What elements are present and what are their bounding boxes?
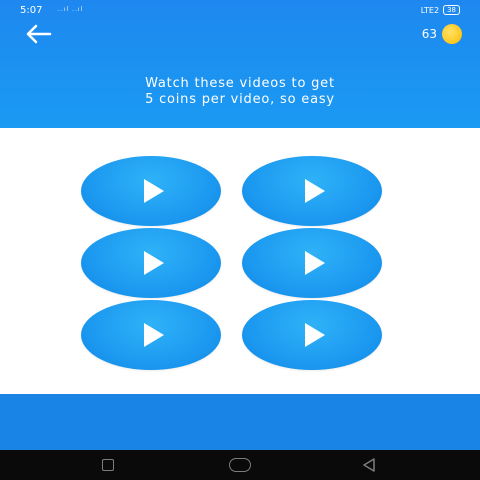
- system-nav-bar: [0, 450, 480, 480]
- coin-balance: 63: [422, 24, 462, 44]
- footer-bar: [0, 394, 480, 450]
- back-triangle-icon[interactable]: [362, 458, 376, 472]
- video-button-5[interactable]: [81, 300, 221, 370]
- signal-indicator: ..ıl ..ıl: [58, 6, 84, 13]
- status-bar: 5:07 ..ıl ..ıl LTE2 38: [0, 0, 480, 22]
- play-icon: [305, 323, 325, 347]
- reward-message-line1: Watch these videos to get: [145, 76, 335, 91]
- reward-message: Watch these videos to get 5 coins per vi…: [0, 76, 480, 108]
- reward-message-line2: 5 coins per video, so easy: [145, 92, 335, 107]
- status-icons: LTE2 38: [421, 5, 460, 15]
- play-icon: [144, 179, 164, 203]
- play-icon: [144, 323, 164, 347]
- network-label: LTE2: [420, 5, 440, 15]
- video-grid: [0, 128, 480, 394]
- video-button-1[interactable]: [81, 156, 221, 226]
- coin-icon: [442, 24, 462, 44]
- video-button-4[interactable]: [242, 228, 382, 298]
- header: 5:07 ..ıl ..ıl LTE2 38 63 Watch these vi…: [0, 0, 480, 128]
- video-button-2[interactable]: [242, 156, 382, 226]
- video-button-3[interactable]: [81, 228, 221, 298]
- home-circle-icon[interactable]: [229, 458, 251, 472]
- coin-count: 63: [421, 27, 437, 41]
- arrow-left-icon: [26, 24, 52, 44]
- status-time: 5:07: [20, 5, 43, 16]
- play-icon: [305, 251, 325, 275]
- video-button-6[interactable]: [242, 300, 382, 370]
- play-icon: [144, 251, 164, 275]
- battery-icon: 38: [443, 5, 460, 15]
- recents-square-icon[interactable]: [102, 459, 114, 471]
- play-icon: [305, 179, 325, 203]
- back-button[interactable]: [24, 22, 54, 46]
